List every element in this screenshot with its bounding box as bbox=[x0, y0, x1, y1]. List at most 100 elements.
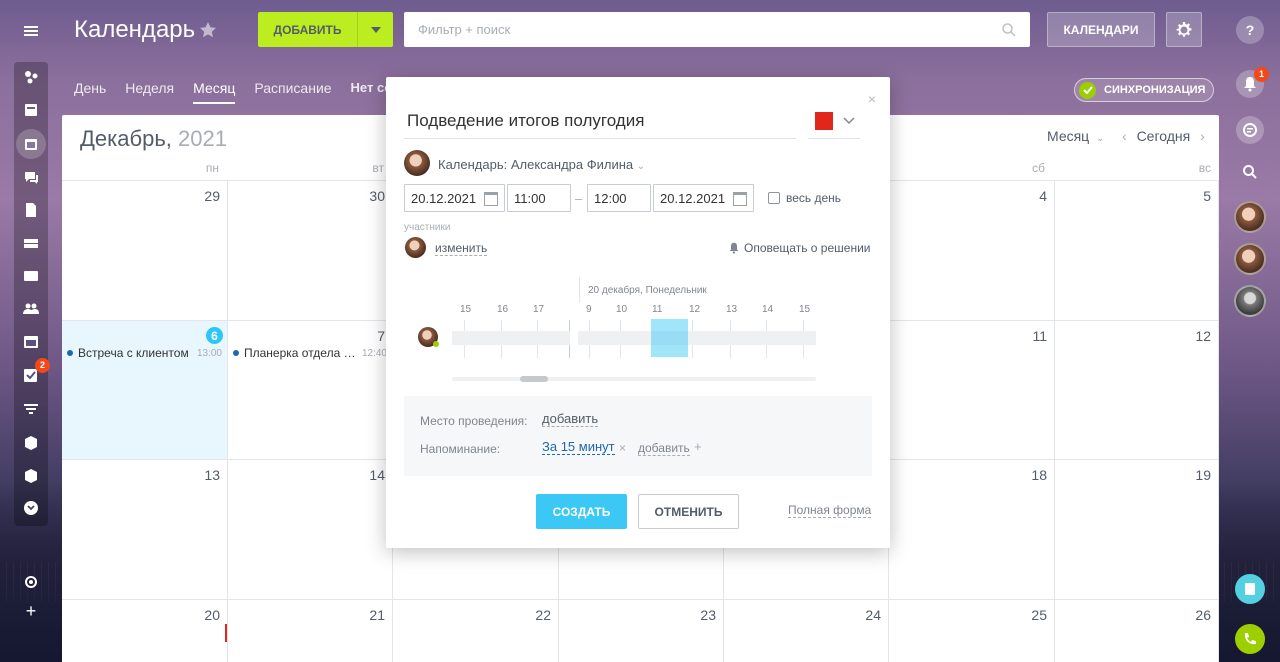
add-reminder-plus-icon[interactable]: + bbox=[694, 439, 702, 454]
tasks-icon[interactable]: 2 bbox=[20, 358, 50, 386]
day-cell[interactable]: 29 bbox=[62, 181, 228, 321]
day-number: 21 bbox=[369, 607, 385, 623]
cube-icon-2[interactable] bbox=[20, 465, 42, 487]
date-to-field[interactable]: 20.12.2021 bbox=[653, 184, 754, 212]
all-day-checkbox[interactable]: весь день bbox=[768, 191, 841, 205]
online-status-icon bbox=[433, 341, 439, 347]
chat-bubble-icon[interactable] bbox=[1236, 116, 1264, 144]
time-from-field[interactable]: 11:00 bbox=[507, 184, 571, 212]
employees-icon[interactable] bbox=[20, 298, 42, 320]
new-event-marker bbox=[225, 624, 227, 642]
date-from-calendar-icon[interactable] bbox=[484, 192, 498, 206]
page-title: Календарь bbox=[74, 16, 196, 43]
calendar-selector[interactable]: Календарь: Александра Филина ⌄ bbox=[438, 157, 645, 172]
day-cell-today[interactable]: 6 Встреча с клиентом 13:00 bbox=[62, 321, 228, 460]
day-cell[interactable]: 13 bbox=[62, 460, 228, 600]
tab-week[interactable]: Неделя bbox=[125, 80, 174, 104]
day-cell[interactable]: 7 Планерка отдела п... 12:40 bbox=[228, 321, 393, 460]
search-bar[interactable] bbox=[404, 12, 1030, 47]
day-cell[interactable]: 22 bbox=[393, 600, 559, 662]
time-from-value: 11:00 bbox=[514, 190, 546, 206]
day-cell[interactable]: 25 bbox=[889, 600, 1055, 662]
search-input[interactable] bbox=[418, 22, 1002, 37]
message-icon[interactable] bbox=[1235, 574, 1265, 604]
activity-icon[interactable] bbox=[20, 66, 42, 88]
time-to-field[interactable]: 12:00 bbox=[587, 184, 651, 212]
notify-decision-toggle[interactable]: Оповещать о решении bbox=[728, 241, 870, 255]
favorite-star-icon[interactable] bbox=[199, 21, 217, 39]
chat-icon[interactable] bbox=[20, 166, 42, 188]
prev-month-icon[interactable]: ‹ bbox=[1122, 128, 1127, 144]
day-cell[interactable]: 19 bbox=[1055, 460, 1219, 600]
participant-avatar bbox=[405, 237, 426, 258]
documents-icon[interactable] bbox=[20, 199, 42, 221]
change-participants-link[interactable]: изменить bbox=[435, 241, 488, 256]
remove-reminder-icon[interactable]: × bbox=[619, 441, 626, 455]
notifications-icon[interactable]: 1 bbox=[1236, 67, 1269, 98]
phone-icon[interactable] bbox=[1235, 624, 1265, 654]
day-cell[interactable]: 20 bbox=[62, 600, 228, 662]
day-cell[interactable]: 11 bbox=[889, 321, 1055, 460]
settings-icon[interactable] bbox=[20, 571, 42, 593]
add-dropdown-caret-icon[interactable] bbox=[357, 12, 393, 47]
day-cell[interactable]: 14 bbox=[228, 460, 393, 600]
event-item[interactable]: Планерка отдела п... 12:40 bbox=[233, 346, 387, 360]
day-cell[interactable]: 23 bbox=[559, 600, 724, 662]
owner-avatar bbox=[404, 150, 430, 176]
timeline-scroll-thumb[interactable] bbox=[520, 376, 548, 382]
sync-button[interactable]: СИНХРОНИЗАЦИЯ bbox=[1074, 78, 1214, 102]
selected-time-slot[interactable] bbox=[651, 319, 688, 357]
tab-schedule[interactable]: Расписание bbox=[254, 80, 331, 104]
next-month-icon[interactable]: › bbox=[1200, 128, 1205, 144]
create-button[interactable]: СОЗДАТЬ bbox=[536, 494, 627, 529]
add-reminder-link[interactable]: добавить bbox=[638, 441, 690, 456]
filter-icon[interactable] bbox=[20, 398, 42, 420]
full-form-link[interactable]: Полная форма bbox=[788, 503, 872, 518]
window-icon[interactable] bbox=[20, 331, 42, 353]
hour-label: 11 bbox=[652, 304, 663, 315]
location-add-link[interactable]: добавить bbox=[542, 411, 599, 427]
event-item[interactable]: Встреча с клиентом 13:00 bbox=[67, 346, 222, 360]
cube-icon[interactable] bbox=[20, 432, 42, 454]
hour-label: 17 bbox=[533, 304, 545, 315]
cancel-button[interactable]: ОТМЕНИТЬ bbox=[638, 494, 739, 529]
day-cell[interactable]: 12 bbox=[1055, 321, 1219, 460]
date-from-field[interactable]: 20.12.2021 bbox=[404, 184, 505, 212]
add-icon[interactable]: + bbox=[20, 600, 42, 622]
search-icon[interactable] bbox=[1236, 158, 1264, 186]
reminder-value-link[interactable]: За 15 минут bbox=[542, 439, 615, 455]
more-chevron-icon[interactable] bbox=[20, 497, 42, 519]
day-cell[interactable]: 24 bbox=[724, 600, 889, 662]
tab-day[interactable]: День bbox=[74, 80, 106, 104]
contact-avatar-2[interactable] bbox=[1234, 243, 1266, 275]
news-icon[interactable] bbox=[20, 99, 42, 121]
event-name-input[interactable] bbox=[404, 103, 796, 139]
mail-icon[interactable] bbox=[20, 265, 42, 287]
day-cell[interactable]: 30 bbox=[228, 181, 393, 321]
contact-avatar-3[interactable] bbox=[1234, 285, 1266, 317]
view-select[interactable]: Месяц ⌄ bbox=[1047, 128, 1105, 144]
add-button[interactable]: ДОБАВИТЬ bbox=[258, 12, 393, 47]
day-number: 4 bbox=[1039, 188, 1047, 204]
day-cell[interactable]: 26 bbox=[1055, 600, 1219, 662]
drive-icon[interactable] bbox=[20, 232, 42, 254]
menu-icon[interactable] bbox=[20, 20, 42, 42]
contact-avatar-1[interactable] bbox=[1234, 201, 1266, 233]
calendars-button[interactable]: КАЛЕНДАРИ bbox=[1047, 12, 1155, 47]
settings-gear-button[interactable] bbox=[1166, 12, 1202, 47]
gear-icon bbox=[1176, 21, 1192, 37]
help-icon[interactable]: ? bbox=[1236, 16, 1264, 44]
day-cell[interactable]: 21 bbox=[225, 600, 393, 662]
day-cell[interactable]: 5 bbox=[1055, 181, 1219, 321]
color-picker[interactable] bbox=[808, 103, 860, 139]
search-magnifier-icon[interactable] bbox=[1002, 22, 1016, 37]
timeline-scrollbar[interactable] bbox=[452, 376, 816, 382]
calendar-nav-icon[interactable] bbox=[16, 129, 46, 159]
close-icon[interactable]: × bbox=[868, 91, 876, 107]
tab-month[interactable]: Месяц bbox=[193, 80, 236, 104]
all-day-checkbox-box[interactable] bbox=[768, 192, 780, 204]
date-to-calendar-icon[interactable] bbox=[733, 192, 747, 206]
today-button[interactable]: Сегодня bbox=[1137, 128, 1191, 144]
day-cell[interactable]: 4 bbox=[889, 181, 1055, 321]
day-cell[interactable]: 18 bbox=[889, 460, 1055, 600]
